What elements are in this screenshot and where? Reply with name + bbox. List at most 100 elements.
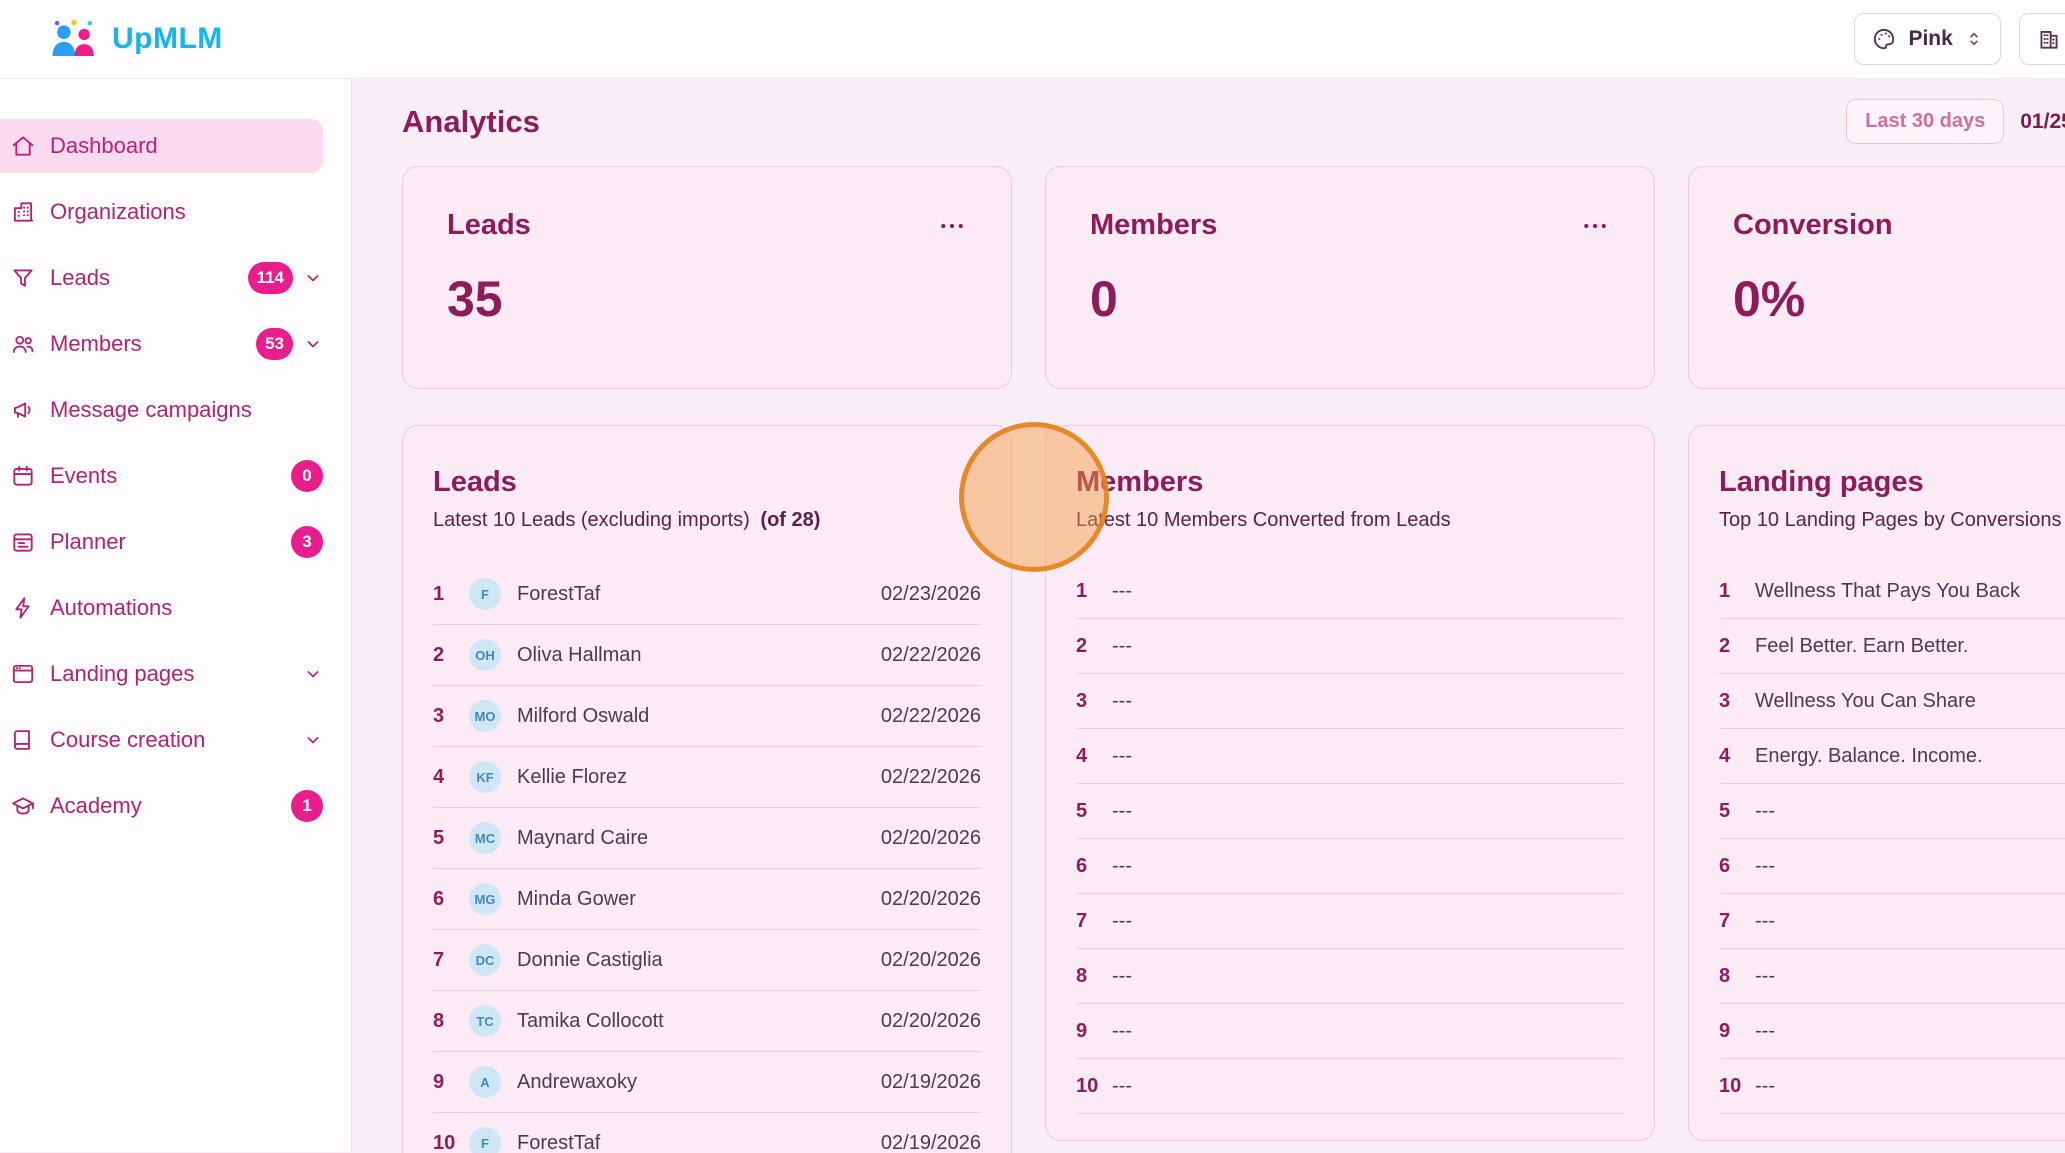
lead-rank: 10: [433, 1132, 469, 1153]
lead-avatar: F: [469, 1127, 501, 1153]
member-name: ---: [1112, 855, 1624, 878]
lead-row[interactable]: 5 MC Maynard Caire 02/20/2026: [433, 808, 981, 869]
lead-date: 02/22/2026: [881, 644, 981, 667]
landing-rank: 3: [1719, 690, 1755, 713]
landing-page-row[interactable]: 5 ---: [1719, 784, 2065, 839]
landing-page-row[interactable]: 3 Wellness You Can Share: [1719, 674, 2065, 729]
sidebar-item[interactable]: Events 0: [0, 449, 323, 503]
lead-row[interactable]: 10 F ForestTaf 02/19/2026: [433, 1113, 981, 1153]
member-row[interactable]: 3 ---: [1076, 674, 1624, 729]
lead-row[interactable]: 1 F ForestTaf 02/23/2026: [433, 564, 981, 625]
leads-card-title: Leads: [433, 466, 981, 499]
palette-icon: [1871, 26, 1897, 52]
landing-card-title: Landing pages: [1719, 466, 2065, 499]
sidebar-item[interactable]: Academy 1: [0, 779, 323, 833]
sidebar-item[interactable]: Landing pages: [0, 647, 323, 701]
lead-date: 02/19/2026: [881, 1132, 981, 1153]
landing-page-row[interactable]: 1 Wellness That Pays You Back: [1719, 564, 2065, 619]
sidebar-item-label: Dashboard: [50, 133, 158, 159]
landing-page-row[interactable]: 2 Feel Better. Earn Better.: [1719, 619, 2065, 674]
member-row[interactable]: 9 ---: [1076, 1004, 1624, 1059]
landing-page-row[interactable]: 4 Energy. Balance. Income.: [1719, 729, 2065, 784]
sidebar-item[interactable]: Automations: [0, 581, 323, 635]
ellipsis-menu-icon[interactable]: [937, 211, 967, 241]
leads-rows: 1 F ForestTaf 02/23/2026 2 OH Oliva Hall…: [433, 564, 981, 1153]
sidebar-item[interactable]: Members 53: [0, 317, 323, 371]
landing-page-row[interactable]: 6 ---: [1719, 839, 2065, 894]
member-row[interactable]: 10 ---: [1076, 1059, 1624, 1114]
landing-page-name: Feel Better. Earn Better.: [1755, 635, 2065, 658]
members-card-title: Members: [1076, 466, 1624, 499]
lead-name: Oliva Hallman: [517, 644, 881, 667]
sidebar-item-label: Members: [50, 331, 142, 357]
landing-rank: 1: [1719, 580, 1755, 603]
theme-selector-label: Pink: [1908, 27, 1952, 51]
members-icon: [10, 331, 36, 357]
member-name: ---: [1112, 800, 1624, 823]
landing-rows: 1 Wellness That Pays You Back 2 Feel Bet…: [1719, 564, 2065, 1114]
lead-name: ForestTaf: [517, 1132, 881, 1153]
member-row[interactable]: 4 ---: [1076, 729, 1624, 784]
members-card-subtitle: Latest 10 Members Converted from Leads: [1076, 509, 1624, 532]
count-badge: 1: [291, 790, 323, 822]
count-badge: 114: [248, 262, 293, 294]
lead-avatar: A: [469, 1066, 501, 1098]
lead-date: 02/19/2026: [881, 1071, 981, 1094]
landing-page-row[interactable]: 9 ---: [1719, 1004, 2065, 1059]
chevron-down-icon: [303, 664, 323, 684]
sidebar-item[interactable]: Course creation: [0, 713, 323, 767]
member-rank: 1: [1076, 580, 1112, 603]
stat-cards: Leads 35 Members 0: [402, 166, 2065, 389]
lead-name: Minda Gower: [517, 888, 881, 911]
member-row[interactable]: 5 ---: [1076, 784, 1624, 839]
course-icon: [10, 727, 36, 753]
member-row[interactable]: 2 ---: [1076, 619, 1624, 674]
lead-row[interactable]: 8 TC Tamika Collocott 02/20/2026: [433, 991, 981, 1052]
lead-date: 02/23/2026: [881, 583, 981, 606]
chevron-down-icon: [303, 334, 323, 354]
sidebar-item-label: Landing pages: [50, 661, 194, 687]
lead-rank: 5: [433, 827, 469, 850]
landing-rank: 2: [1719, 635, 1755, 658]
landing-page-row[interactable]: 10 ---: [1719, 1059, 2065, 1114]
lead-row[interactable]: 9 A Andrewaxoky 02/19/2026: [433, 1052, 981, 1113]
sidebar-item[interactable]: Leads 114: [0, 251, 323, 305]
date-range-value[interactable]: 01/25/20: [2020, 110, 2065, 134]
lead-row[interactable]: 4 KF Kellie Florez 02/22/2026: [433, 747, 981, 808]
member-name: ---: [1112, 910, 1624, 933]
date-range-picker: Last 30 days 01/25/20: [1846, 99, 2065, 144]
landing-page-row[interactable]: 8 ---: [1719, 949, 2065, 1004]
member-name: ---: [1112, 690, 1624, 713]
member-row[interactable]: 6 ---: [1076, 839, 1624, 894]
ellipsis-menu-icon[interactable]: [1580, 211, 1610, 241]
lead-row[interactable]: 3 MO Milford Oswald 02/22/2026: [433, 686, 981, 747]
sidebar-item[interactable]: Dashboard: [0, 119, 323, 173]
member-row[interactable]: 8 ---: [1076, 949, 1624, 1004]
sidebar-item[interactable]: Planner 3: [0, 515, 323, 569]
member-name: ---: [1112, 580, 1624, 603]
select-chevrons-icon: [1964, 29, 1984, 49]
landing-page-name: Energy. Balance. Income.: [1755, 745, 2065, 768]
lead-avatar: MG: [469, 883, 501, 915]
theme-selector[interactable]: Pink: [1854, 13, 2000, 65]
landing-card-subtitle: Top 10 Landing Pages by Conversions: [1719, 509, 2065, 532]
count-badge: 3: [291, 526, 323, 558]
date-range-preset[interactable]: Last 30 days: [1846, 99, 2004, 144]
sidebar-item-meta: 53: [256, 328, 323, 360]
lead-row[interactable]: 6 MG Minda Gower 02/20/2026: [433, 869, 981, 930]
sidebar-item-meta: 114: [248, 262, 323, 294]
lead-avatar: TC: [469, 1005, 501, 1037]
member-row[interactable]: 7 ---: [1076, 894, 1624, 949]
brand-name: UpMLM: [112, 22, 223, 56]
landing-pages-card: Landing pages Top 10 Landing Pages by Co…: [1688, 425, 2065, 1141]
landing-page-name: Wellness That Pays You Back: [1755, 580, 2065, 603]
landing-page-row[interactable]: 7 ---: [1719, 894, 2065, 949]
member-row[interactable]: 1 ---: [1076, 564, 1624, 619]
sidebar-item[interactable]: Organizations: [0, 185, 323, 239]
lead-row[interactable]: 7 DC Donnie Castiglia 02/20/2026: [433, 930, 981, 991]
sidebar-item[interactable]: Message campaigns: [0, 383, 323, 437]
org-switcher[interactable]: U: [2019, 13, 2065, 65]
lead-name: ForestTaf: [517, 583, 881, 606]
landing-rank: 5: [1719, 800, 1755, 823]
lead-row[interactable]: 2 OH Oliva Hallman 02/22/2026: [433, 625, 981, 686]
